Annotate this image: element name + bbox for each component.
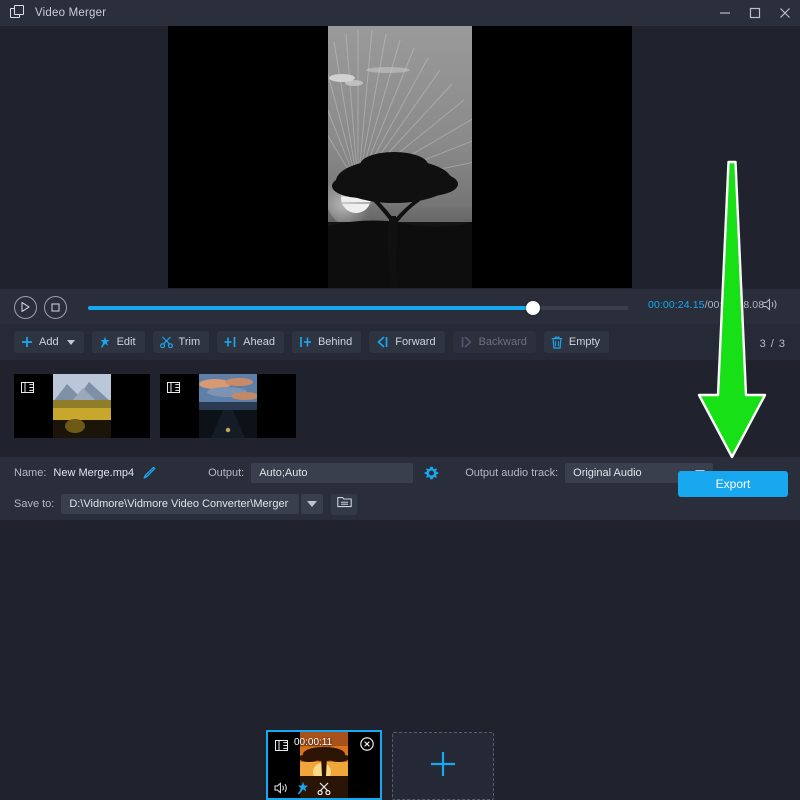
gear-icon[interactable]: [424, 466, 439, 481]
add-clip-slot[interactable]: [392, 732, 494, 800]
insert-behind-icon: [299, 336, 312, 348]
clip-thumbnail-2[interactable]: [160, 374, 296, 438]
chevron-down-icon[interactable]: [67, 340, 75, 345]
close-icon[interactable]: [770, 0, 800, 26]
empty-label: Empty: [569, 336, 600, 348]
minimize-icon[interactable]: [710, 0, 740, 26]
play-icon[interactable]: [14, 296, 37, 319]
clip-thumbnail-1[interactable]: [14, 374, 150, 438]
remove-clip-icon[interactable]: [360, 737, 374, 756]
video-frame: [328, 26, 472, 288]
seek-handle[interactable]: [526, 301, 540, 315]
trim-button[interactable]: Trim: [153, 331, 210, 353]
empty-button[interactable]: Empty: [544, 331, 609, 353]
preview-image: [328, 26, 472, 288]
trash-icon: [551, 336, 563, 349]
folder-icon: [337, 495, 352, 513]
clip-toolbar: Add Edit Trim Ahead Behind: [0, 324, 800, 360]
name-value: New Merge.mp4: [53, 467, 134, 479]
volume-icon[interactable]: [762, 298, 779, 316]
clip-tool-row: [274, 781, 331, 795]
backward-button[interactable]: Backward: [453, 331, 536, 353]
seek-bar[interactable]: [88, 306, 628, 310]
total-time: 00:00:38.08: [708, 299, 765, 311]
magic-wand-icon[interactable]: [296, 781, 310, 795]
video-merger-icon: [10, 5, 26, 21]
output-value: Auto;Auto: [259, 467, 307, 479]
backward-label: Backward: [479, 336, 527, 348]
save-to-label: Save to:: [14, 498, 54, 510]
video-canvas[interactable]: [168, 26, 632, 288]
forward-button[interactable]: Forward: [369, 331, 444, 353]
maximize-icon[interactable]: [740, 0, 770, 26]
window-title: Video Merger: [35, 7, 106, 19]
time-display: 00:00:24.15/00:00:38.08: [648, 299, 764, 311]
save-path-field[interactable]: D:\Vidmore\Vidmore Video Converter\Merge…: [61, 494, 299, 514]
export-button[interactable]: Export: [678, 471, 788, 497]
title-bar: Video Merger: [0, 0, 800, 26]
volume-icon[interactable]: [274, 782, 289, 794]
clip-2-image: [199, 374, 257, 438]
forward-label: Forward: [395, 336, 435, 348]
move-forward-icon: [376, 336, 389, 348]
chevron-down-icon: [307, 501, 317, 507]
film-strip-icon: [275, 738, 288, 756]
window-controls: [710, 0, 800, 26]
add-label: Add: [39, 336, 59, 348]
ahead-label: Ahead: [243, 336, 275, 348]
browse-folder-button[interactable]: [331, 494, 357, 515]
add-button[interactable]: Add: [14, 331, 84, 353]
insert-ahead-icon: [224, 336, 237, 348]
scissors-icon[interactable]: [317, 782, 331, 795]
film-strip-icon: [167, 380, 180, 398]
stop-icon[interactable]: [44, 296, 67, 319]
scissors-icon: [160, 336, 173, 348]
move-backward-icon: [460, 336, 473, 348]
clip-thumbnail-3[interactable]: 00:00:11: [266, 730, 382, 800]
plus-icon: [428, 749, 458, 784]
name-label: Name:: [14, 467, 46, 479]
audio-track-value: Original Audio: [573, 467, 642, 479]
save-path-dropdown[interactable]: [301, 494, 323, 514]
trim-label: Trim: [179, 336, 201, 348]
plus-icon: [21, 336, 33, 348]
clip-strip: 00:00:11: [0, 360, 800, 452]
film-strip-icon: [21, 380, 34, 398]
magic-wand-icon: [99, 336, 111, 348]
audio-track-label: Output audio track:: [465, 467, 558, 479]
clip-1-image: [53, 374, 111, 438]
edit-label: Edit: [117, 336, 136, 348]
output-field[interactable]: Auto;Auto: [251, 463, 413, 483]
pencil-icon[interactable]: [142, 466, 156, 480]
seek-progress: [88, 306, 533, 310]
behind-button[interactable]: Behind: [292, 331, 361, 353]
current-time: 00:00:24.15: [648, 299, 705, 311]
video-merger-window: Video Merger: [0, 0, 800, 520]
ahead-button[interactable]: Ahead: [217, 331, 284, 353]
behind-label: Behind: [318, 336, 352, 348]
edit-button[interactable]: Edit: [92, 331, 145, 353]
clip-duration: 00:00:11: [294, 737, 332, 748]
clip-counter: 3 / 3: [760, 338, 786, 350]
preview-area: [0, 26, 800, 288]
save-path-value: D:\Vidmore\Vidmore Video Converter\Merge…: [69, 498, 288, 510]
output-label: Output:: [208, 467, 244, 479]
